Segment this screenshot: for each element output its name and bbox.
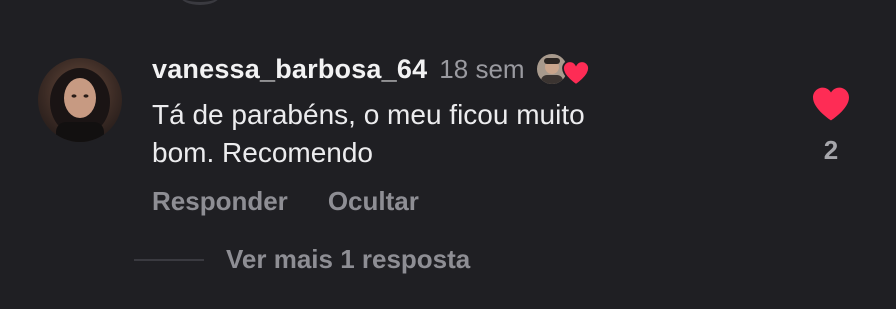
previous-item-edge (180, 0, 220, 5)
like-count: 2 (823, 135, 839, 165)
reply-button[interactable]: Responder (152, 186, 288, 217)
heart-icon (561, 60, 590, 86)
view-replies[interactable]: Ver mais 1 resposta (134, 244, 470, 275)
comment-header: vanessa_barbosa_64 18 sem (152, 52, 712, 86)
avatar[interactable] (38, 58, 122, 142)
divider (134, 258, 204, 261)
liked-by-creator-badge (534, 52, 593, 86)
heart-icon[interactable] (811, 86, 851, 122)
username[interactable]: vanessa_barbosa_64 (152, 54, 427, 85)
view-more-replies-button[interactable]: Ver mais 1 resposta (226, 244, 470, 275)
comment-actions: Responder Ocultar (152, 186, 712, 217)
comment: vanessa_barbosa_64 18 sem Tá de parabéns… (152, 52, 712, 217)
timestamp: 18 sem (439, 53, 525, 84)
hide-button[interactable]: Ocultar (328, 186, 419, 217)
comment-text: Tá de parabéns, o meu ficou muito bom. R… (152, 99, 585, 168)
like-button[interactable]: 2 (808, 86, 854, 166)
